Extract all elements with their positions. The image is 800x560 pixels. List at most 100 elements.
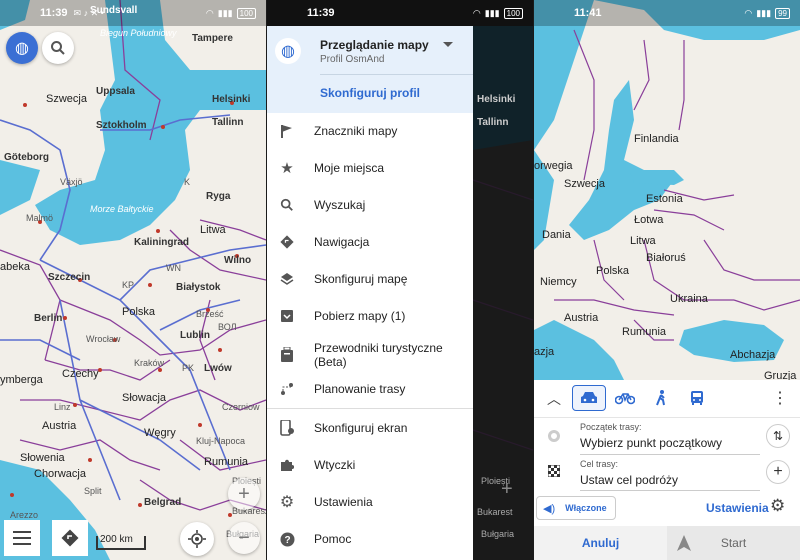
map-label: Kaliningrad [134, 237, 190, 248]
menu-item-label: Pomoc [314, 532, 352, 546]
configure-profile-link[interactable]: Skonfiguruj profil [320, 86, 420, 100]
bus-icon [691, 391, 703, 405]
signal-icon: ▮▮▮ [217, 7, 233, 18]
cancel-button[interactable]: Anuluj [534, 526, 667, 560]
status-time: 11:41 [574, 7, 602, 19]
map-label: azja [534, 346, 555, 358]
menu-item-label: Wtyczki [314, 458, 356, 472]
map-label: Białoruś [646, 252, 686, 264]
wifi-icon: ◠ [472, 7, 481, 18]
battery-icon: 100 [236, 7, 256, 19]
gear-icon[interactable]: ⚙ [770, 496, 785, 516]
map-label: WN [166, 263, 181, 273]
menu-item-route-planning[interactable]: Planowanie trasy [267, 378, 473, 400]
divider [267, 408, 473, 409]
voice-toggle-button[interactable]: ◀) Włączone [536, 496, 616, 520]
navigation-button[interactable] [52, 520, 88, 556]
menu-item-configure-screen[interactable]: Skonfiguruj ekran [267, 417, 473, 439]
map-label: Finlandia [634, 133, 679, 145]
map-label: Czerniow [222, 402, 260, 412]
mode-walking[interactable] [644, 385, 678, 411]
configure-screen-icon [279, 420, 295, 436]
scale-label: 200 km [100, 534, 133, 545]
map-label: Szczecin [48, 272, 91, 283]
mode-bicycle[interactable] [608, 385, 642, 411]
more-options-icon[interactable]: ⋮ [772, 388, 788, 408]
menu-item-label: Planowanie trasy [314, 382, 406, 396]
map-label: Brześć [196, 309, 224, 319]
map-label: Bułgaria [481, 529, 515, 539]
profile-title: Przeglądanie mapy [320, 38, 429, 52]
map-label: ВОЛ [218, 322, 237, 332]
status-time: 11:39 [307, 7, 335, 19]
map-label: Morze Bałtyckie [90, 204, 154, 214]
map-label: abeka [0, 261, 30, 273]
map-label: Słowenia [20, 452, 65, 464]
navigation-icon [61, 529, 79, 547]
menu-item-configure-map[interactable]: Skonfiguruj mapę [267, 268, 473, 290]
speaker-icon: ◀) [543, 502, 556, 515]
navigation-drawer: ◍ Przeglądanie mapy Profil OsmAnd Skonfi… [267, 26, 473, 560]
map-label: Abchazja [730, 349, 776, 361]
start-point-icon [548, 430, 560, 442]
menu-item-travel-guides[interactable]: Przewodniki turystyczne (Beta) [267, 338, 473, 372]
map-label: Sztokholm [96, 120, 147, 131]
menu-item-navigation[interactable]: Nawigacja [267, 231, 473, 253]
route-screen: 11:41 ◠ ▮▮▮ 99 Finlandia Szwecja orwegia E… [534, 0, 800, 560]
navigation-arrow-icon [677, 535, 691, 551]
globe-icon: ◍ [275, 38, 301, 64]
map-label: Tallinn [477, 117, 509, 128]
map-label: Lwów [204, 363, 232, 374]
search-button[interactable] [42, 32, 74, 64]
dropdown-caret-icon[interactable] [443, 42, 453, 47]
map-label: KP [122, 280, 135, 290]
my-location-button[interactable] [180, 522, 214, 556]
map-label: Białystok [176, 282, 221, 293]
divider [580, 454, 760, 455]
zoom-out-button[interactable]: − [228, 522, 260, 554]
search-icon [279, 197, 295, 213]
route-planning-icon [279, 381, 295, 397]
map-label: Litwa [630, 235, 656, 247]
map-label: Sundsvall [90, 5, 138, 16]
status-icons: ◠ ▮▮▮ 100 [205, 7, 256, 19]
profile-header[interactable]: ◍ Przeglądanie mapy Profil OsmAnd Skonfi… [267, 26, 473, 113]
plus-icon: + [238, 482, 250, 505]
menu-item-download-maps[interactable]: Pobierz mapy (1) [267, 305, 473, 327]
add-waypoint-button[interactable]: + [766, 460, 790, 484]
menu-item-label: Znaczniki mapy [314, 124, 398, 138]
map-screen: 11:39 ✉ ♪ ✕ • ◠ ▮▮▮ 100 Biegun Południowy … [0, 0, 266, 560]
zoom-in-button[interactable]: + [228, 478, 260, 510]
menu-item-label: Przewodniki turystyczne (Beta) [314, 341, 443, 369]
search-icon [51, 41, 65, 55]
swap-button[interactable]: ⇅ [766, 424, 790, 448]
plus-icon: + [773, 463, 783, 480]
wifi-icon: ◠ [205, 7, 214, 18]
flag-icon [279, 123, 295, 139]
map-label: Słowacja [122, 392, 167, 404]
destination-label: Cel trasy: [580, 459, 619, 469]
menu-button[interactable] [4, 520, 40, 556]
map-label: Helsinki [212, 94, 251, 105]
route-settings-button[interactable]: Ustawienia [706, 501, 769, 515]
mode-car[interactable] [572, 385, 606, 411]
zoom-in-button-dimmed: + [501, 478, 513, 500]
start-point-field[interactable]: Wybierz punkt początkowy [580, 436, 722, 450]
menu-item-settings[interactable]: ⚙ Ustawienia [267, 491, 473, 513]
menu-item-help[interactable]: ? Pomoc [267, 528, 473, 550]
menu-item-search[interactable]: Wyszukaj [267, 194, 473, 216]
map-label: Estonia [646, 193, 683, 205]
menu-item-map-markers[interactable]: Znaczniki mapy [267, 120, 473, 142]
star-icon: ★ [280, 160, 294, 177]
map-label: Ryga [206, 191, 231, 202]
menu-item-my-places[interactable]: ★ Moje miejsca [267, 157, 473, 179]
route-actions: Anuluj Start [534, 526, 800, 560]
mode-public-transport[interactable] [680, 385, 714, 411]
profile-globe-button[interactable]: ◍ [6, 32, 38, 64]
menu-item-plugins[interactable]: Wtyczki [267, 454, 473, 476]
destination-field[interactable]: Ustaw cel podróży [580, 473, 678, 487]
start-button[interactable]: Start [667, 526, 800, 560]
signal-icon: ▮▮▮ [484, 7, 500, 18]
map-label: Malmö [26, 213, 54, 223]
collapse-chevron-icon[interactable]: ︿ [547, 389, 561, 409]
